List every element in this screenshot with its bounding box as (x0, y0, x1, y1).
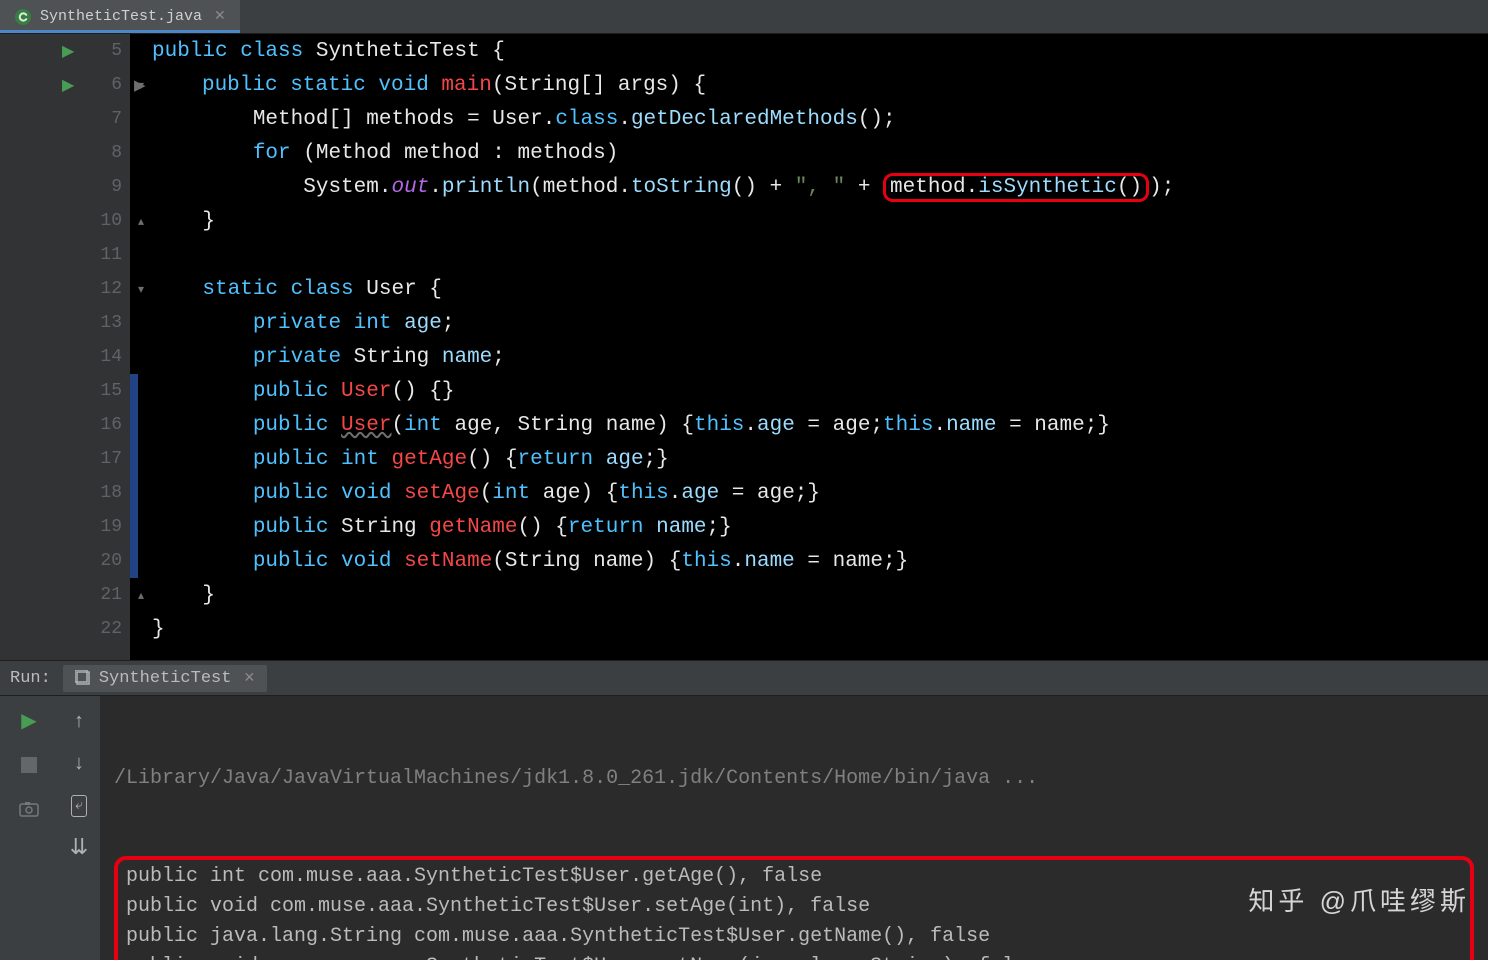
gutter-line: 11 (0, 238, 130, 272)
code-line[interactable]: System.out.println(method.toString() + "… (152, 170, 1488, 204)
code-editor[interactable]: 5▶6▶▾78910▴1112▾131415161718192021▴22 pu… (0, 34, 1488, 660)
code-line[interactable]: public User(int age, String name) {this.… (152, 408, 1488, 442)
run-gutter-icon[interactable]: ▶ (62, 41, 74, 61)
code-area[interactable]: public class SyntheticTest {▶ public sta… (130, 34, 1488, 660)
code-line[interactable]: public class SyntheticTest { (152, 34, 1488, 68)
close-icon[interactable]: ✕ (243, 670, 255, 687)
gutter-line: 9 (0, 170, 130, 204)
run-panel-header: Run: SyntheticTest ✕ (0, 660, 1488, 696)
gutter-line: 12▾ (0, 272, 130, 306)
editor-tab-active[interactable]: SyntheticTest.java ✕ (0, 0, 240, 33)
gutter-line: 18 (0, 476, 130, 510)
code-line[interactable]: Method[] methods = User.class.getDeclare… (152, 102, 1488, 136)
run-console: ▶ ↑ ↓ ⤶ ⇊ /Library/Java/JavaVirtualMachi… (0, 696, 1488, 960)
gutter-line: 6▶▾ (0, 68, 130, 102)
up-arrow-icon[interactable]: ↑ (65, 708, 93, 736)
gutter-line: 19 (0, 510, 130, 544)
scroll-to-end-icon[interactable]: ⇊ (65, 834, 93, 862)
gutter-line: 5▶ (0, 34, 130, 68)
down-arrow-icon[interactable]: ↓ (65, 750, 93, 778)
gutter-line: 16 (0, 408, 130, 442)
java-class-icon (14, 8, 32, 26)
watermark-text: 知乎 @爪哇缪斯 (1248, 886, 1470, 916)
change-marker (130, 374, 138, 578)
run-gutter-icon[interactable]: ▶ (62, 75, 74, 95)
rerun-button[interactable]: ▶ (16, 708, 42, 734)
code-line[interactable]: static class User { (152, 272, 1488, 306)
gutter-line: 14 (0, 340, 130, 374)
run-config-name: SyntheticTest (99, 669, 232, 688)
code-line[interactable] (152, 238, 1488, 272)
soft-wrap-button[interactable]: ⤶ (65, 792, 93, 820)
console-output[interactable]: /Library/Java/JavaVirtualMachines/jdk1.8… (100, 696, 1488, 960)
editor-tab-bar: SyntheticTest.java ✕ (0, 0, 1488, 34)
code-line[interactable]: public User() {} (152, 374, 1488, 408)
close-icon[interactable]: ✕ (214, 8, 226, 25)
run-toolbar: ▶ (0, 696, 58, 960)
run-config-icon (75, 670, 91, 686)
code-line[interactable]: private String name; (152, 340, 1488, 374)
gutter: 5▶6▶▾78910▴1112▾131415161718192021▴22 (0, 34, 130, 660)
fold-icon[interactable]: ▴ (138, 214, 144, 229)
run-config-tab[interactable]: SyntheticTest ✕ (63, 665, 267, 692)
fold-icon[interactable]: ▴ (138, 588, 144, 603)
gutter-line: 22 (0, 612, 130, 646)
gutter-line: 10▴ (0, 204, 130, 238)
gutter-line: 13 (0, 306, 130, 340)
fold-icon[interactable]: ▾ (138, 282, 144, 297)
code-line[interactable]: public void setName(String name) {this.n… (152, 544, 1488, 578)
console-line: public void com.muse.aaa.SyntheticTest$U… (126, 952, 1462, 960)
gutter-line: 17 (0, 442, 130, 476)
gutter-line: 15 (0, 374, 130, 408)
camera-icon[interactable] (16, 796, 42, 822)
gutter-line: 21▴ (0, 578, 130, 612)
gutter-line: 20 (0, 544, 130, 578)
fold-icon[interactable]: ▾ (138, 78, 144, 93)
code-line[interactable]: public int getAge() {return age;} (152, 442, 1488, 476)
code-line[interactable]: ▶ public static void main(String[] args)… (152, 68, 1488, 102)
run-label: Run: (10, 669, 51, 688)
code-line[interactable]: public String getName() {return name;} (152, 510, 1488, 544)
code-line[interactable]: public void setAge(int age) {this.age = … (152, 476, 1488, 510)
tab-filename: SyntheticTest.java (40, 8, 202, 25)
code-line[interactable]: } (152, 612, 1488, 646)
console-line: public java.lang.String com.muse.aaa.Syn… (126, 922, 1462, 952)
code-line[interactable]: } (152, 204, 1488, 238)
gutter-line: 7 (0, 102, 130, 136)
code-line[interactable]: private int age; (152, 306, 1488, 340)
console-cmd-line: /Library/Java/JavaVirtualMachines/jdk1.8… (114, 764, 1474, 794)
code-line[interactable]: for (Method method : methods) (152, 136, 1488, 170)
code-line[interactable]: } (152, 578, 1488, 612)
gutter-line: 8 (0, 136, 130, 170)
console-nav: ↑ ↓ ⤶ ⇊ (58, 696, 100, 960)
stop-button[interactable] (16, 752, 42, 778)
